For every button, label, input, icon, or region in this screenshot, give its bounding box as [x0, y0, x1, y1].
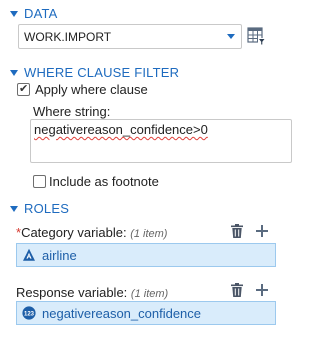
category-variable-value: airline	[42, 247, 77, 263]
where-string-input[interactable]: negativereason_confidence>0	[30, 119, 292, 163]
numeric-glyph: 123	[24, 311, 35, 317]
response-variable-label: Response variable:	[16, 285, 128, 300]
category-item-count: (1 item)	[130, 228, 168, 240]
dropdown-arrow-icon[interactable]	[227, 34, 235, 39]
category-variable-label-row: *Category variable: (1 item)	[16, 225, 167, 240]
roles-section-title: ROLES	[24, 201, 70, 216]
character-variable-icon	[23, 248, 35, 261]
where-section-title: WHERE CLAUSE FILTER	[24, 65, 180, 80]
collapse-triangle-icon[interactable]	[10, 69, 18, 76]
data-section-header[interactable]: DATA	[10, 6, 58, 21]
checkmark-icon: ✔	[19, 83, 29, 95]
response-variable-label-row: Response variable: (1 item)	[16, 285, 168, 300]
where-string-value: negativereason_confidence>0	[34, 122, 208, 137]
filter-table-icon[interactable]	[246, 26, 266, 46]
category-variable-item[interactable]: airline	[16, 243, 276, 267]
add-icon[interactable]	[254, 282, 270, 298]
collapse-triangle-icon[interactable]	[10, 10, 18, 17]
category-variable-label: Category variable:	[21, 225, 127, 240]
where-string-label: Where string:	[33, 104, 111, 119]
roles-section-header[interactable]: ROLES	[10, 201, 69, 216]
apply-where-label: Apply where clause	[35, 82, 148, 97]
data-section-title: DATA	[24, 6, 58, 21]
response-variable-value: negativereason_confidence	[42, 305, 202, 321]
dataset-select[interactable]: WORK.IMPORT	[18, 24, 242, 49]
response-variable-item[interactable]: 123 negativereason_confidence	[16, 301, 276, 325]
trash-icon[interactable]	[229, 282, 245, 298]
include-footnote-label: Include as footnote	[49, 174, 159, 189]
trash-icon[interactable]	[229, 223, 245, 239]
where-section-header[interactable]: WHERE CLAUSE FILTER	[10, 65, 179, 80]
response-item-count: (1 item)	[130, 288, 169, 300]
add-icon[interactable]	[254, 223, 270, 239]
collapse-triangle-icon[interactable]	[10, 205, 18, 212]
include-footnote-checkbox[interactable]	[33, 175, 46, 188]
dataset-value: WORK.IMPORT	[24, 29, 112, 44]
apply-where-checkbox[interactable]: ✔	[17, 83, 30, 96]
numeric-variable-icon: 123	[22, 306, 36, 320]
